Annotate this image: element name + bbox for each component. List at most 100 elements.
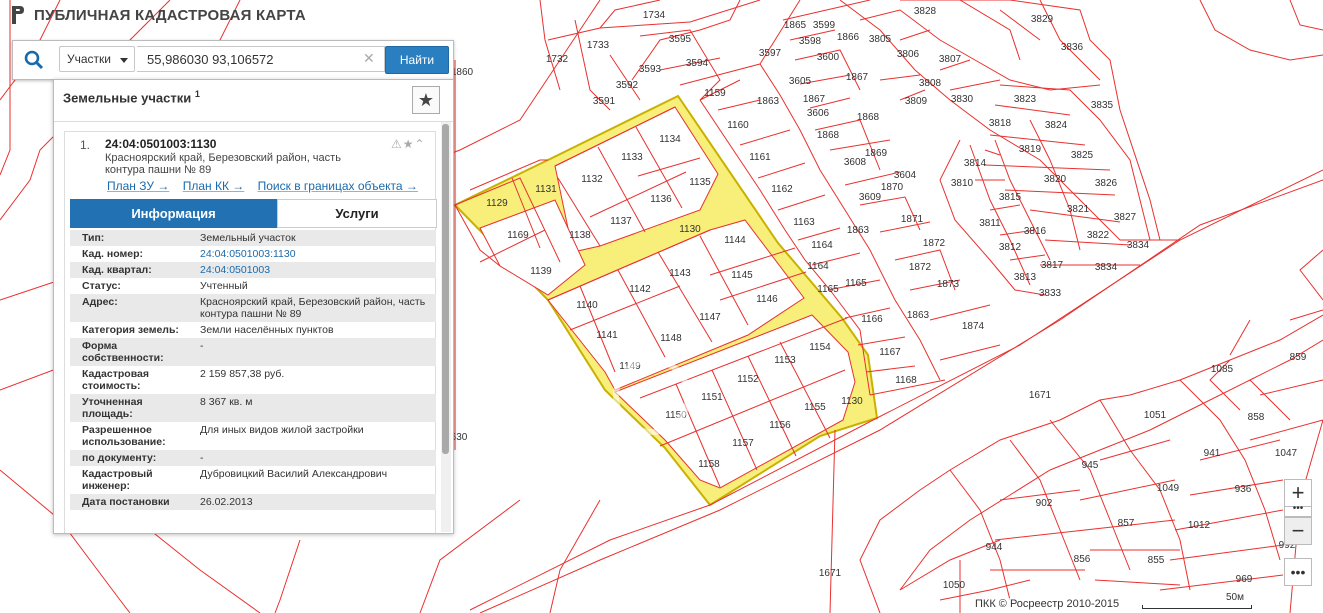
parcel-label: 3597 [759,48,782,59]
attribute-value[interactable]: 24:04:0501003:1130 [192,246,436,262]
parcel-label: 1866 [837,32,860,43]
object-type-value: Участки [67,52,111,66]
search-input[interactable] [137,46,385,72]
parcel-label: 1147 [699,312,721,323]
parcel-label: 1140 [576,300,598,311]
search-icon[interactable] [23,49,45,71]
attribute-row: Уточненная площадь: 8 367 кв. м [70,394,436,422]
parcel-label: 3592 [616,80,639,91]
attribute-value: Для иных видов жилой застройки [200,424,364,436]
parcel-label: 944 [986,542,1003,553]
object-type-select[interactable]: Участки [59,46,135,72]
attribute-value: Дубровицкий Василий Александрович [200,468,388,480]
warning-icon[interactable]: ⚠ [391,137,403,151]
result-address: Красноярский край, Березовский район, ча… [105,152,341,176]
parcel-label: 1870 [881,182,904,193]
parcel-label: 3815 [999,192,1022,203]
parcel-label: 3833 [1039,288,1062,299]
parcel-label: 1865 [784,20,807,31]
parcel-label: 1152 [737,374,759,385]
attribute-value: - [192,450,436,466]
parcel-label: 3812 [999,242,1022,253]
parcel-label: 1868 [817,130,840,141]
chevron-up-icon[interactable]: ⌃ [415,137,426,151]
parcel-label: 1164 [807,261,829,272]
parcel-label: 1732 [546,54,569,65]
parcel-label: 1733 [587,40,610,51]
parcel-label: 858 [1248,412,1265,423]
plan-kk-link[interactable]: План КК → [183,179,245,193]
parcel-label: 1132 [581,174,603,185]
parcel-label: 3822 [1087,230,1110,241]
find-button[interactable]: Найти [385,46,449,74]
attribute-key: Дата постановки [70,494,192,510]
parcel-label: 1868 [857,112,880,123]
attribute-value: Земли населённых пунктов [200,324,334,336]
attribute-value[interactable]: 24:04:0501003 [192,262,436,278]
parcel-label: 1860 [451,67,474,78]
parcel-label: 1148 [660,333,682,344]
parcel-label: 1131 [535,184,557,195]
parcel-label: 3824 [1045,120,1068,131]
scrollbar[interactable] [441,122,451,532]
parcel-label: 3593 [639,64,662,75]
parcel-label: 3606 [807,108,830,119]
zoom-options-button[interactable]: ••• [1284,504,1312,517]
parcel-label: 1161 [749,152,771,163]
parcel-label: 3829 [1031,14,1054,25]
favorites-button[interactable]: ★ [412,86,440,114]
parcel-label: 1872 [909,262,932,273]
parcel-label: 3828 [914,6,937,17]
result-cad-number[interactable]: 24:04:0501003:1130 [105,137,216,151]
attribute-row: Кад. квартал: 24:04:0501003 [70,262,436,278]
scrollbar-thumb[interactable] [442,124,449,454]
parcel-label: 1158 [698,459,720,470]
parcel-label: 1156 [769,420,791,431]
attribute-key: Статус: [82,280,121,292]
parcel-label: 1863 [907,310,930,321]
panel-title: Земельные участки 1 [63,89,200,106]
clear-icon[interactable]: ✕ [363,51,375,65]
parcel-label: 3826 [1095,178,1118,189]
parcel-label: 3813 [1014,272,1037,283]
attributes-table: Тип: Земельный участок Кад. номер: 24:04:05… [70,230,436,510]
tab-info[interactable]: Информация [70,199,277,228]
star-icon[interactable]: ★ [403,137,415,151]
parcel-label: 3598 [799,36,822,47]
parcel-label: 3819 [1019,144,1042,155]
tab-services[interactable]: Услуги [277,199,437,228]
parcel-label: 3591 [593,96,616,107]
parcel-label: 3821 [1067,204,1090,215]
divider [54,121,453,122]
parcel-label: 1136 [650,194,672,205]
parcel-label: 1165 [817,284,839,295]
parcel-label: 3830 [951,94,974,105]
zoom-out-button[interactable]: − [1284,517,1312,545]
parcel-label: 3834 [1127,240,1150,251]
parcel-label: 945 [1082,460,1099,471]
result-card[interactable]: 1. 24:04:0501003:1130 Красноярский край,… [64,131,437,533]
plan-zu-link[interactable]: План ЗУ → [107,179,169,193]
search-within-link[interactable]: Поиск в границах объекта → [258,179,418,193]
app-title: ПУБЛИЧНАЯ КАДАСТРОВАЯ КАРТА [34,6,306,24]
results-panel: Земельные участки 1 ★ 1. 24:04:0501003:1… [53,79,454,534]
parcel-label: 936 [1235,484,1252,495]
attribute-key: Кад. квартал: [70,262,192,278]
attribute-row: Кадастровый инженер: Дубровицкий Василий … [70,466,436,494]
attribute-key: Уточненная площадь: [70,394,192,422]
attribute-value: Красноярский край, Березовский район, ча… [192,294,436,322]
attribute-key: Тип: [70,230,192,246]
parcel-label: 3810 [951,178,974,189]
parcel-label: 3836 [1061,42,1084,53]
parcel-label: 1671 [1029,390,1052,401]
result-count: 1 [194,89,200,99]
parcel-label: 1144 [724,235,746,246]
attribute-key: по документу: [70,450,192,466]
parcel-label: 3814 [964,158,987,169]
more-tools-button[interactable]: ••• [1284,558,1312,586]
parcel-label: 1160 [727,120,749,131]
attribute-key: Кадастровый инженер: [82,468,153,492]
parcel-label: 3609 [859,192,882,203]
attribute-row: Тип: Земельный участок [70,230,436,246]
attribute-value: Земельный участок [192,230,436,246]
